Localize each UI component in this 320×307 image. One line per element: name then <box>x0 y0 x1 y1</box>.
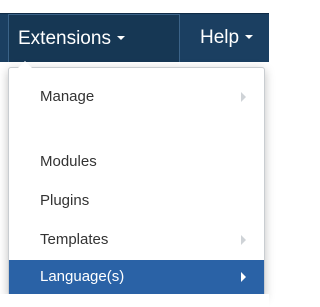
chevron-right-icon <box>241 272 246 282</box>
menu-divider <box>9 127 264 128</box>
menu-item-plugins[interactable]: Plugins <box>9 186 264 216</box>
nav-help-label: Help <box>200 27 240 48</box>
top-navbar: Extensions Help <box>0 13 269 62</box>
nav-extensions[interactable]: Extensions <box>8 14 180 62</box>
menu-item-label: Language(s) <box>40 268 125 285</box>
menu-item-manage[interactable]: Manage <box>9 82 264 112</box>
chevron-right-icon <box>241 92 246 102</box>
nav-extensions-label: Extensions <box>18 28 111 49</box>
menu-item-languages[interactable]: Language(s) <box>9 260 264 294</box>
menu-item-templates[interactable]: Templates <box>9 225 264 255</box>
menu-item-label: Manage <box>40 88 95 105</box>
top-strip <box>0 0 269 13</box>
menu-notch <box>18 61 32 68</box>
nav-help[interactable]: Help <box>188 14 278 62</box>
caret-down-icon <box>245 34 254 39</box>
menu-item-modules[interactable]: Modules <box>9 147 264 177</box>
bottom-gap <box>0 294 269 307</box>
menu-item-label: Modules <box>40 153 97 170</box>
extensions-dropdown-menu: Manage Modules Plugins Templates Languag… <box>8 61 265 296</box>
menu-item-label: Plugins <box>40 192 90 209</box>
menu-item-label: Templates <box>40 231 109 248</box>
chevron-right-icon <box>241 235 246 245</box>
caret-down-icon <box>116 35 125 40</box>
